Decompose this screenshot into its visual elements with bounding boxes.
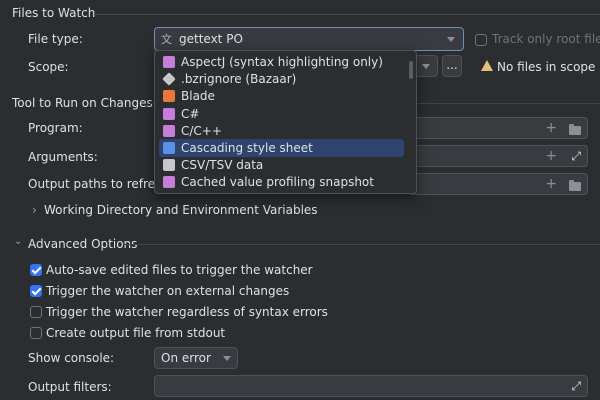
external-changes-checkbox[interactable]	[30, 285, 42, 297]
section-advanced-options[interactable]: Advanced Options	[28, 237, 137, 251]
scope-warning-text: No files in scope	[497, 60, 596, 74]
program-field[interactable]: +	[408, 117, 588, 139]
section-tool-to-run: Tool to Run on Changes	[12, 96, 153, 110]
show-console-value: On error	[161, 351, 211, 365]
dropdown-item-label: C/C++	[181, 124, 222, 138]
auto-save-checkbox[interactable]	[30, 264, 42, 276]
dropdown-item[interactable]: C#	[159, 105, 404, 123]
dropdown-scrollbar[interactable]	[409, 61, 413, 79]
dropdown-item[interactable]: CSV/TSV data	[159, 156, 404, 174]
csv-icon	[163, 159, 175, 171]
working-dir-toggle[interactable]: Working Directory and Environment Variab…	[44, 203, 318, 217]
section-files-to-watch: Files to Watch	[12, 6, 96, 20]
track-only-root-label: Track only root files	[492, 32, 600, 46]
dropdown-item-label: C#	[181, 107, 200, 121]
gettext-icon: 文	[161, 33, 172, 46]
program-label: Program:	[28, 121, 83, 135]
dropdown-item[interactable]: Cached value profiling snapshot	[159, 173, 404, 191]
file-type-label: File type:	[28, 32, 83, 46]
aspectj-icon	[163, 56, 175, 68]
file-type-dropdown[interactable]: AspectJ (syntax highlighting only) .bzri…	[154, 50, 417, 194]
syntax-errors-label: Trigger the watcher regardless of syntax…	[46, 305, 328, 319]
section-divider	[94, 14, 600, 15]
chevron-down-icon	[422, 64, 430, 69]
output-filters-field[interactable]: ⤢	[154, 375, 588, 397]
arguments-field[interactable]: + ⤢	[408, 145, 588, 167]
dropdown-item-label: AspectJ (syntax highlighting only)	[181, 55, 383, 69]
cpp-icon	[163, 125, 175, 137]
chevron-down-icon	[223, 356, 231, 361]
dropdown-item[interactable]: .bzrignore (Bazaar)	[159, 70, 404, 88]
add-macro-icon[interactable]: +	[545, 121, 557, 135]
external-changes-label: Trigger the watcher on external changes	[46, 284, 290, 298]
chevron-right-icon[interactable]: ›	[32, 203, 37, 217]
css-icon	[163, 142, 175, 154]
show-console-combobox[interactable]: On error	[154, 347, 238, 369]
dropdown-item[interactable]: AspectJ (syntax highlighting only)	[159, 53, 404, 71]
warning-icon	[481, 60, 493, 71]
csharp-icon	[163, 108, 175, 120]
section-divider	[124, 244, 600, 245]
dropdown-item-label: .bzrignore (Bazaar)	[181, 72, 297, 86]
dropdown-item[interactable]: Blade	[159, 87, 404, 105]
syntax-errors-checkbox[interactable]	[30, 306, 42, 318]
folder-icon[interactable]	[569, 180, 581, 191]
dropdown-item-label: Cached value profiling snapshot	[181, 175, 374, 189]
dropdown-item[interactable]: C/C++	[159, 122, 404, 140]
add-macro-icon[interactable]: +	[545, 149, 557, 163]
arguments-label: Arguments:	[28, 150, 98, 164]
file-type-combobox[interactable]: 文 gettext PO	[154, 27, 464, 51]
stdout-output-label: Create output file from stdout	[46, 326, 226, 340]
bazaar-icon	[162, 72, 176, 86]
snapshot-icon	[163, 176, 175, 188]
stdout-output-checkbox[interactable]	[30, 327, 42, 339]
chevron-down-icon[interactable]: ⌄	[14, 236, 22, 247]
expand-icon[interactable]: ⤢	[571, 149, 581, 164]
dropdown-item-label: CSV/TSV data	[181, 158, 264, 172]
show-console-label: Show console:	[28, 351, 115, 365]
folder-icon[interactable]	[569, 124, 581, 135]
scope-more-button[interactable]: ...	[442, 55, 462, 77]
output-filters-label: Output filters:	[28, 380, 112, 394]
track-only-root-checkbox[interactable]	[475, 34, 487, 46]
dropdown-item-label: Blade	[181, 89, 215, 103]
dropdown-item-selected[interactable]: Cascading style sheet	[159, 139, 404, 157]
output-paths-label: Output paths to refresh:	[28, 177, 173, 191]
scope-label: Scope:	[28, 60, 69, 74]
add-macro-icon[interactable]: +	[545, 177, 557, 191]
blade-icon	[163, 90, 175, 102]
dropdown-item-label: Cascading style sheet	[181, 141, 313, 155]
auto-save-label: Auto-save edited files to trigger the wa…	[46, 263, 313, 277]
output-paths-field[interactable]: +	[408, 173, 588, 195]
file-type-value: gettext PO	[179, 32, 243, 46]
chevron-down-icon	[447, 37, 455, 42]
expand-icon[interactable]: ⤢	[571, 379, 581, 394]
